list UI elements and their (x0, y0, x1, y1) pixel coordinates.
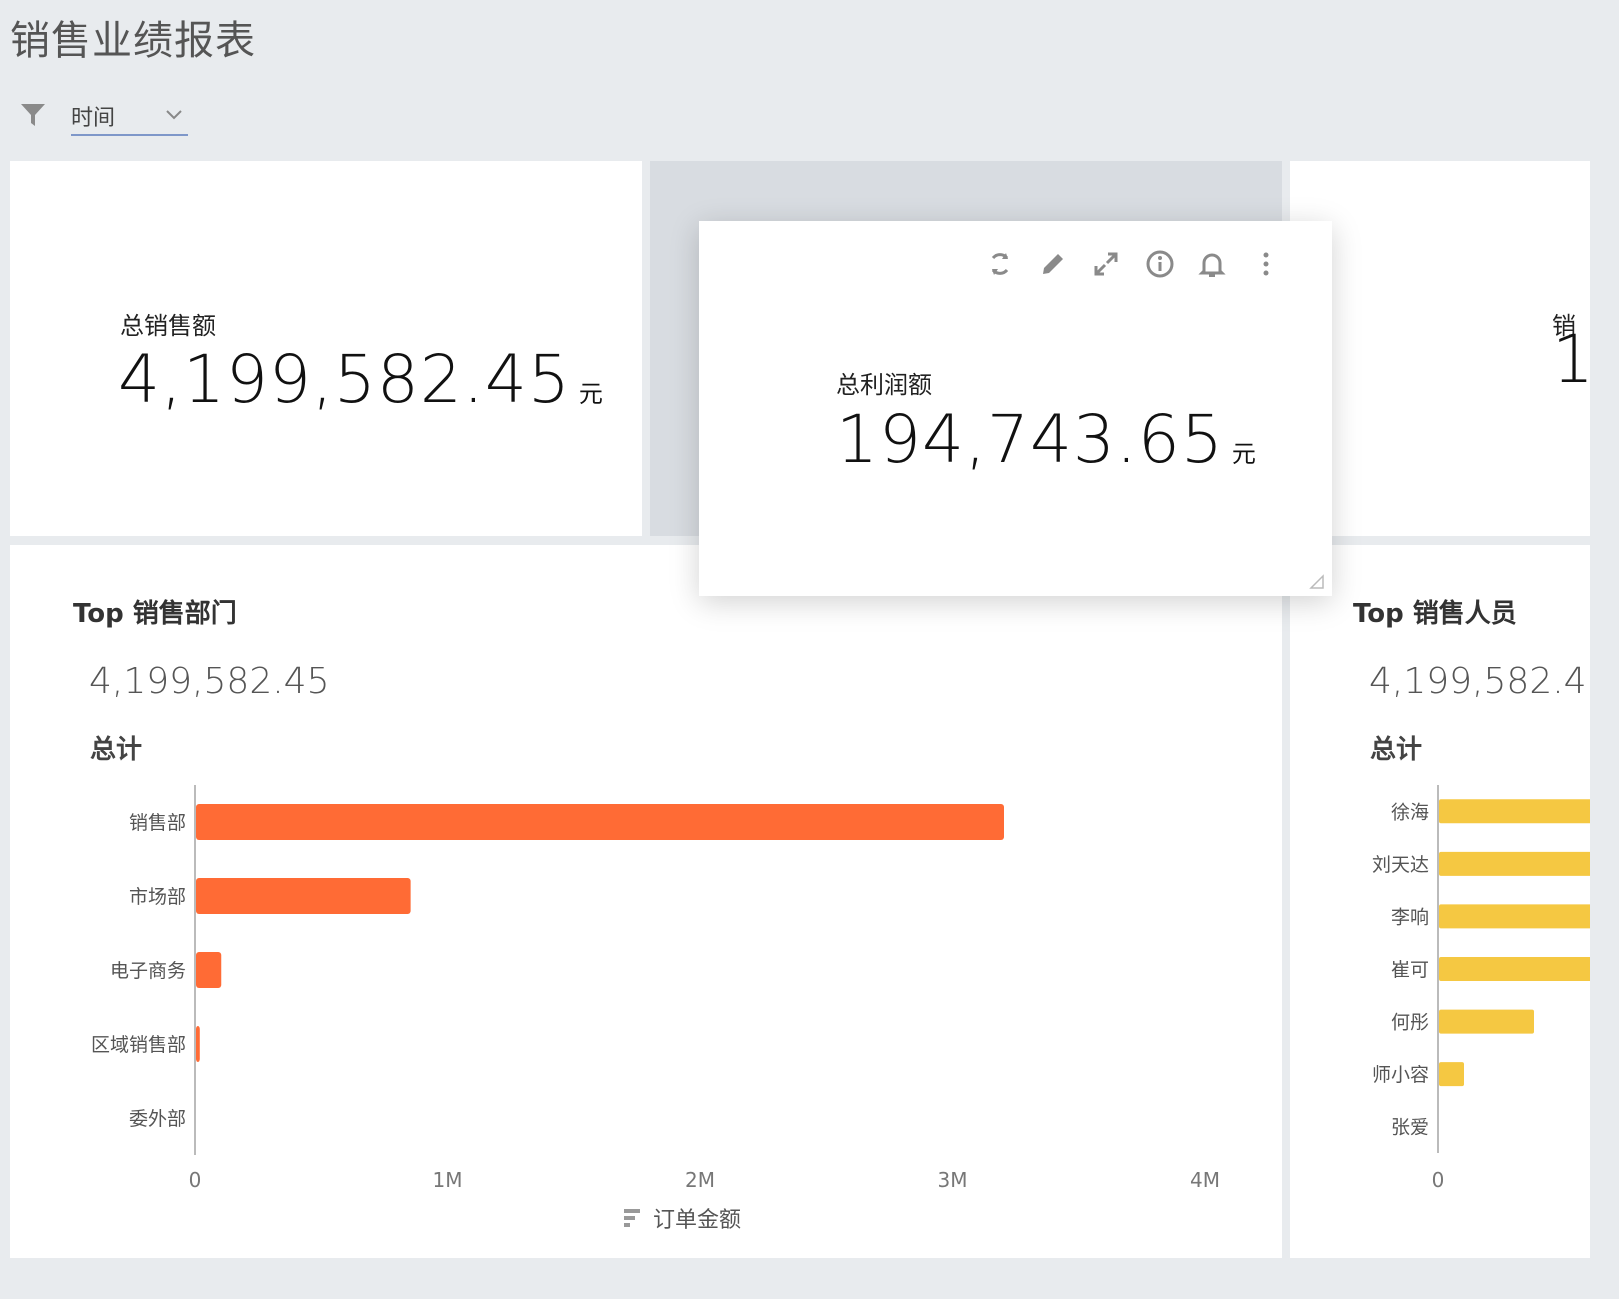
more-vertical-icon[interactable] (1251, 249, 1281, 279)
dept-x-tick-label: 3M (938, 1168, 968, 1192)
dept-x-tick-label: 0 (189, 1168, 202, 1192)
people-bar (1439, 851, 1590, 876)
time-filter-dropdown[interactable]: 时间 (71, 96, 188, 136)
total-sales-label: 总销售额 (120, 312, 216, 340)
people-category-label: 何彤 (1391, 1012, 1429, 1034)
info-icon[interactable] (1145, 249, 1175, 279)
people-category-label: 师小容 (1372, 1064, 1429, 1086)
people-bar (1439, 799, 1590, 824)
refresh-icon[interactable] (985, 249, 1015, 279)
total-sales-card[interactable]: 总销售额 4,199,582.45 元 (10, 161, 642, 536)
total-profit-unit: 元 (1231, 440, 1257, 468)
people-category-label: 崔可 (1391, 959, 1429, 981)
dept-x-tick-label: 2M (685, 1168, 715, 1192)
dept-bar (196, 952, 222, 988)
bell-icon[interactable] (1197, 249, 1227, 279)
dept-category-label: 销售部 (129, 812, 186, 834)
total-profit-card-dragging[interactable]: 总利润额 194,743.65 元 (699, 221, 1332, 596)
time-filter-label: 时间 (71, 106, 116, 131)
total-sales-number: 4,199,582.45 (118, 341, 571, 418)
legend-swatch-icon-short (624, 1223, 630, 1227)
legend-swatch-icon (624, 1209, 640, 1213)
total-profit-value: 194,743.65 元 (836, 401, 1257, 478)
dept-bar (196, 804, 1004, 840)
chevron-down-icon (166, 110, 182, 120)
people-category-label: 张爱 (1391, 1117, 1429, 1139)
dept-bar-chart: 销售部市场部电子商务区域销售部委外部 0 1M 2M 3M 4M 订单金额 (91, 785, 1220, 1233)
third-kpi-card[interactable]: 销 1 (1290, 161, 1590, 536)
expand-icon[interactable] (1091, 249, 1121, 279)
people-bar-chart: 徐海刘天达李响崔可何彤师小容张爱 0 (1372, 785, 1590, 1192)
dept-category-label: 区域销售部 (91, 1034, 186, 1056)
third-kpi-value: 1 (1552, 321, 1590, 398)
resize-handle-icon[interactable] (1308, 573, 1324, 589)
legend-swatch-icon-mid (624, 1216, 635, 1220)
dept-chart-card[interactable]: Top 销售部门 4,199,582.45 总计 销售部 市场部 电子商务 区域销售部… (10, 545, 1282, 1258)
filter-icon[interactable] (20, 102, 46, 128)
page-title: 销售业绩报表 (10, 18, 256, 64)
total-sales-unit: 元 (578, 380, 604, 408)
dept-x-tick-label: 1M (433, 1168, 463, 1192)
people-category-label: 刘天达 (1372, 854, 1429, 876)
dept-bar (196, 1026, 200, 1062)
people-x-tick-label: 0 (1432, 1168, 1445, 1192)
dept-category-label: 委外部 (129, 1108, 186, 1130)
people-chart-card[interactable]: Top 销售人员 4,199,582.45 总计 徐海 刘天达 李响 崔可 何彤 师小容张… (1290, 545, 1590, 1258)
people-category-label: 李响 (1391, 906, 1429, 928)
total-sales-value: 4,199,582.45 元 (118, 341, 604, 418)
total-profit-number: 194,743.65 (836, 401, 1224, 478)
people-bar (1439, 957, 1590, 981)
edit-pencil-icon[interactable] (1038, 249, 1068, 279)
dept-legend-label: 订单金额 (653, 1208, 741, 1233)
dept-bar (196, 878, 411, 914)
total-profit-label: 总利润额 (836, 371, 932, 399)
people-bar (1439, 904, 1590, 929)
dept-category-label: 电子商务 (110, 960, 186, 982)
people-bar (1439, 1009, 1534, 1034)
dept-category-label: 市场部 (129, 886, 186, 908)
people-bar (1439, 1062, 1464, 1087)
dept-x-tick-label: 4M (1190, 1168, 1220, 1192)
people-category-label: 徐海 (1391, 801, 1429, 823)
